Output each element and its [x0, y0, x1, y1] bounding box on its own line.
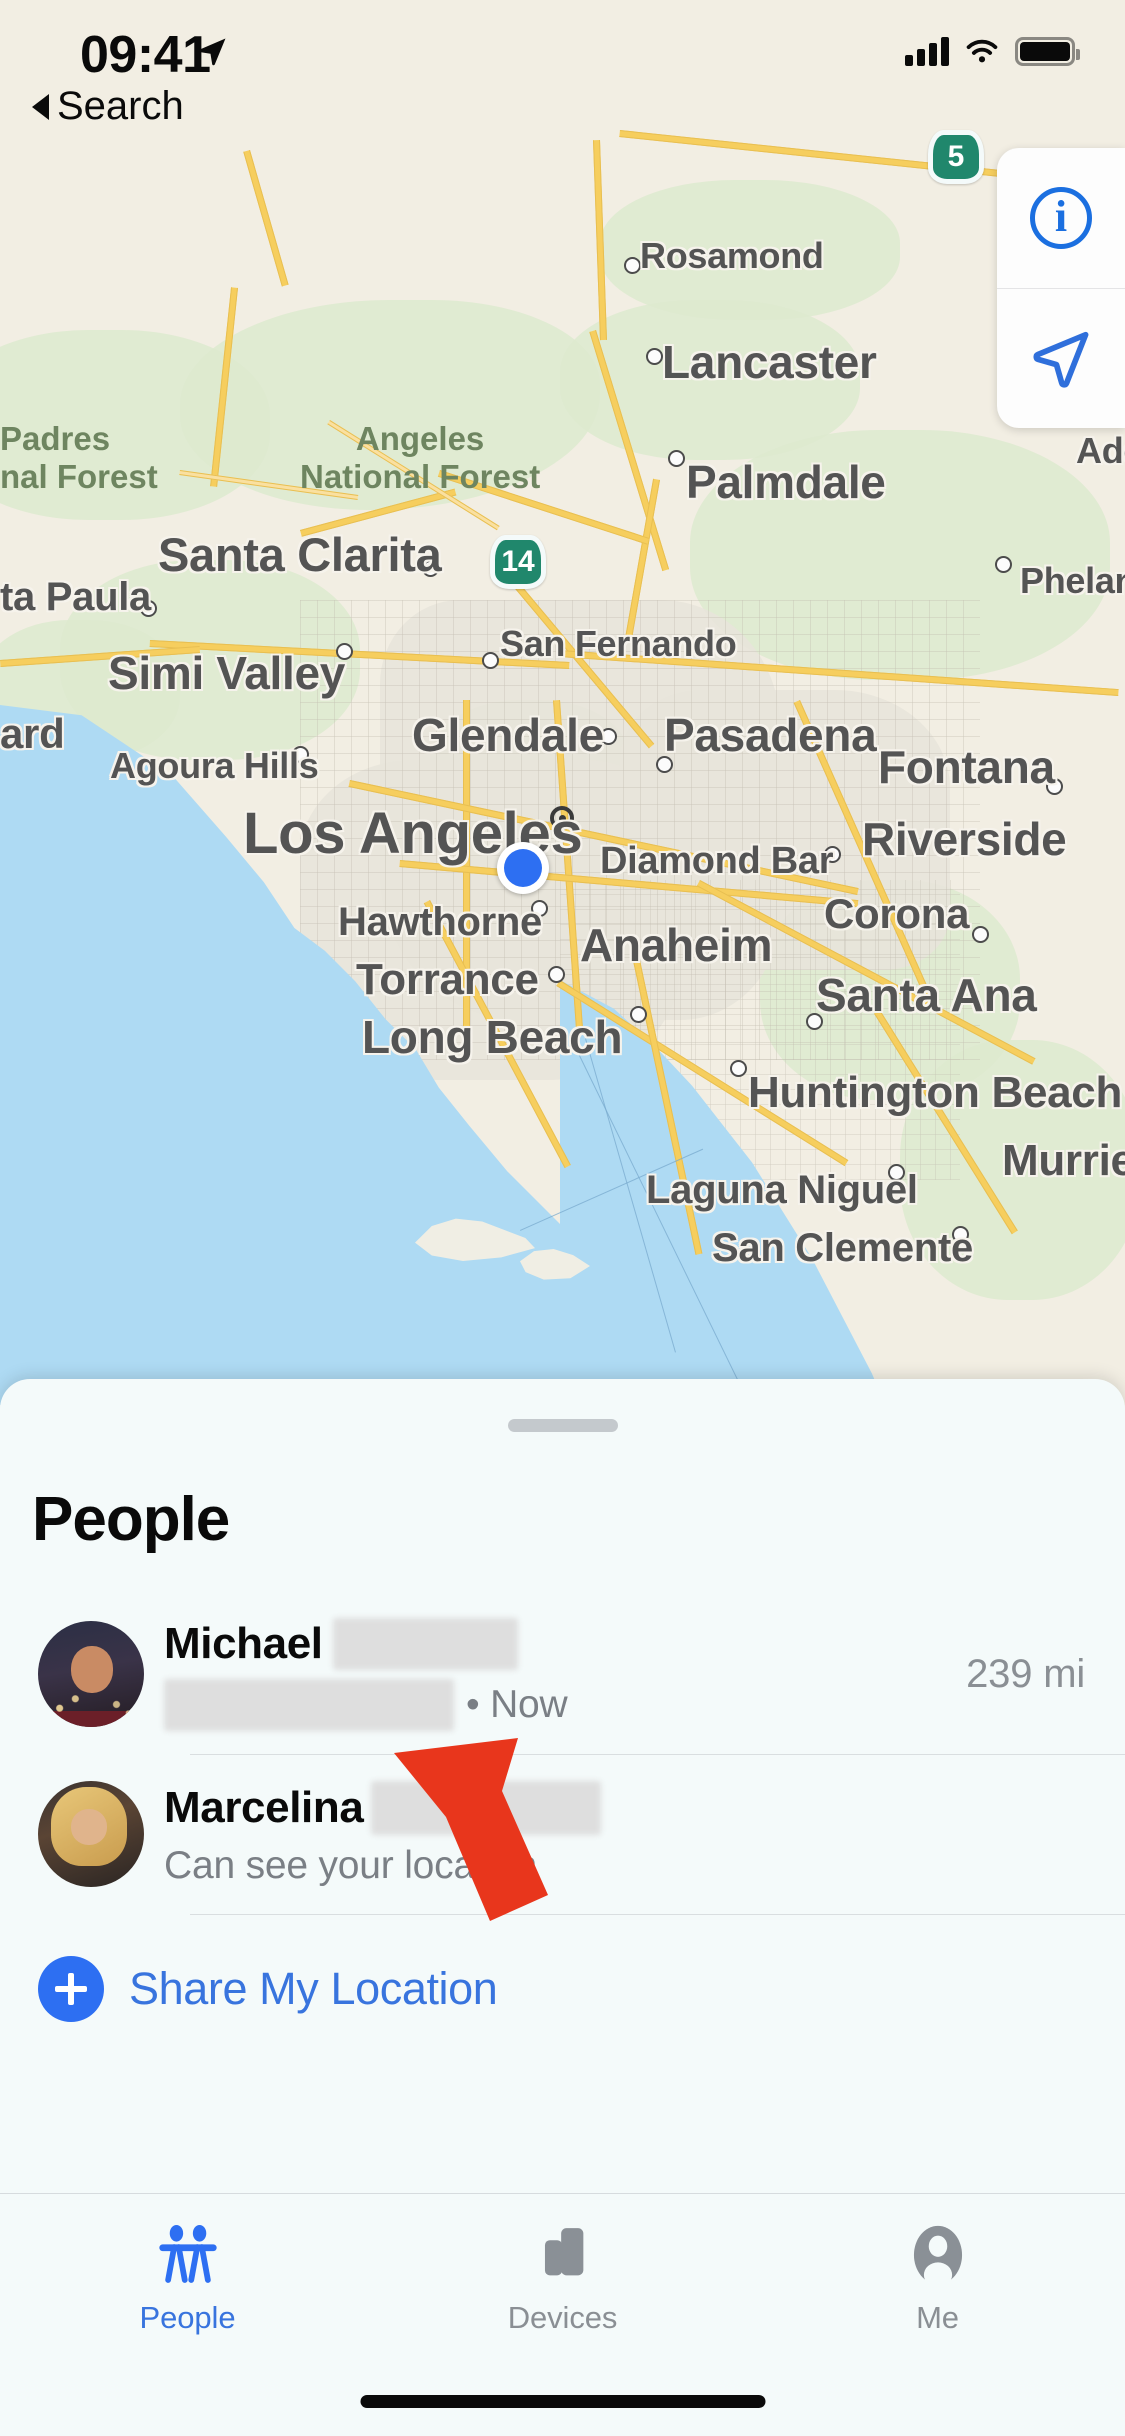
plus-circle-icon [38, 1956, 104, 2022]
map-label-santa-ana: Santa Ana [816, 969, 1037, 1021]
map-label-lancaster: Lancaster [662, 336, 877, 388]
map-label-corona: Corona [824, 890, 970, 937]
map-label-ta-paula: ta Paula [0, 575, 151, 619]
tab-devices-label: Devices [507, 2300, 618, 2335]
person-subtitle: • Now [164, 1678, 966, 1731]
person-timestamp: • Now [466, 1682, 568, 1726]
iphone-screen: 14 5 Rosamond Lancaster Palmdale Santa C… [0, 0, 1125, 2436]
back-caret-icon [32, 93, 49, 120]
map-label-santa-clarita: Santa Clarita [158, 528, 442, 581]
tab-me-label: Me [916, 2300, 959, 2335]
person-first-name: Marcelina [164, 1782, 364, 1832]
row-divider [190, 1914, 1125, 1915]
redacted-last-name [332, 1617, 518, 1670]
person-name: Marcelina [164, 1780, 1085, 1835]
person-distance: 239 mi [966, 1651, 1085, 1696]
map-label-glendale: Glendale [412, 709, 604, 761]
back-link-label: Search [57, 84, 184, 128]
map-label-fontana: Fontana [878, 741, 1055, 793]
map-city-dot [548, 966, 565, 983]
map-label-agoura-hills: Agoura Hills [110, 745, 319, 786]
tab-people[interactable]: People [0, 2194, 375, 2436]
two-people-icon [151, 2216, 225, 2294]
map-city-dot [482, 652, 499, 669]
row-text: Michael • Now [164, 1617, 966, 1731]
map-label-rosamond: Rosamond [640, 235, 824, 276]
map-label-huntington-beach: Huntington Beach [748, 1068, 1123, 1117]
avatar [38, 1621, 144, 1727]
redacted-last-name [371, 1780, 602, 1835]
map-label-phelan: Phelan [1020, 560, 1125, 601]
map-city-dot [646, 348, 663, 365]
page-title: People [32, 1485, 230, 1554]
map-label-torrance: Torrance [356, 955, 539, 1004]
people-list: Michael • Now 239 mi Marcelina Can see y… [0, 1594, 1125, 2064]
map-label-ard: ard [0, 710, 65, 757]
map-city-dot [972, 926, 989, 943]
map-label-anaheim: Anaheim [580, 919, 773, 971]
map-label-laguna-niguel: Laguna Niguel [646, 1168, 918, 1212]
map-canvas[interactable]: 14 5 Rosamond Lancaster Palmdale Santa C… [0, 0, 1125, 1405]
row-divider [190, 1754, 1125, 1755]
highway-shield-14[interactable]: 14 [490, 535, 546, 589]
map-label-pasadena: Pasadena [664, 709, 877, 761]
user-location-dot[interactable] [497, 842, 549, 894]
map-label-diamond-bar: Diamond Bar [600, 840, 834, 882]
info-circle-icon: i [1030, 187, 1092, 249]
map-city-dot [995, 556, 1012, 573]
tracking-button[interactable] [997, 288, 1125, 428]
table-row[interactable]: Michael • Now 239 mi [0, 1594, 1125, 1754]
person-name: Michael [164, 1617, 966, 1670]
map-city-dot [624, 257, 641, 274]
devices-icon [526, 2216, 600, 2294]
map-label-simi-valley: Simi Valley [108, 647, 346, 699]
map-label-padres-national-forest: Padres nal Forest [0, 420, 158, 495]
map-label-san-fernando: San Fernando [500, 623, 737, 664]
map-label-ade: Ade [1076, 430, 1125, 471]
map-label-palmdale: Palmdale [686, 456, 886, 508]
avatar [38, 1781, 144, 1887]
user-location-ring [497, 842, 549, 894]
tab-people-label: People [139, 2300, 236, 2335]
home-indicator [360, 2395, 765, 2408]
share-my-location-label: Share My Location [129, 1963, 498, 2014]
person-first-name: Michael [164, 1618, 323, 1668]
map-controls: i [997, 148, 1125, 428]
back-to-search-link[interactable]: Search [32, 84, 184, 129]
row-text: Marcelina Can see your location [164, 1780, 1085, 1888]
map-city-dot [730, 1060, 747, 1077]
map-label-hawthorne: Hawthorne [338, 900, 542, 944]
info-button[interactable]: i [997, 148, 1125, 288]
sheet-grabber[interactable] [507, 1419, 618, 1432]
tab-me[interactable]: Me [750, 2194, 1125, 2436]
map-label-murrie: Murrie [1002, 1136, 1125, 1185]
map-city-dot [630, 1006, 647, 1023]
user-location-core [504, 849, 542, 887]
highway-shield-5[interactable]: 5 [928, 130, 984, 184]
map-label-riverside: Riverside [862, 813, 1067, 865]
person-subtitle: Can see your location [164, 1843, 538, 1887]
redacted-address [164, 1678, 454, 1731]
navigation-arrow-icon [1033, 331, 1089, 388]
map-city-dot [668, 450, 685, 467]
map-label-angeles-national-forest: Angeles National Forest [300, 420, 541, 495]
map-label-long-beach: Long Beach [362, 1011, 623, 1063]
map-label-san-clemente: San Clemente [712, 1226, 973, 1270]
share-my-location-button[interactable]: Share My Location [0, 1914, 1125, 2064]
table-row[interactable]: Marcelina Can see your location [0, 1754, 1125, 1914]
person-circle-icon [901, 2216, 975, 2294]
